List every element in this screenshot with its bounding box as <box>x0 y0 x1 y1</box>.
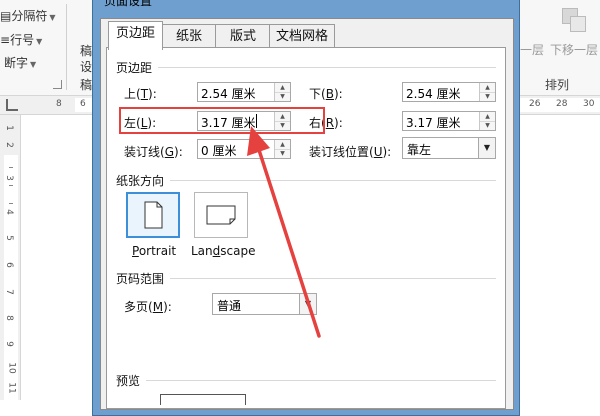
annotation-arrow <box>247 126 321 338</box>
